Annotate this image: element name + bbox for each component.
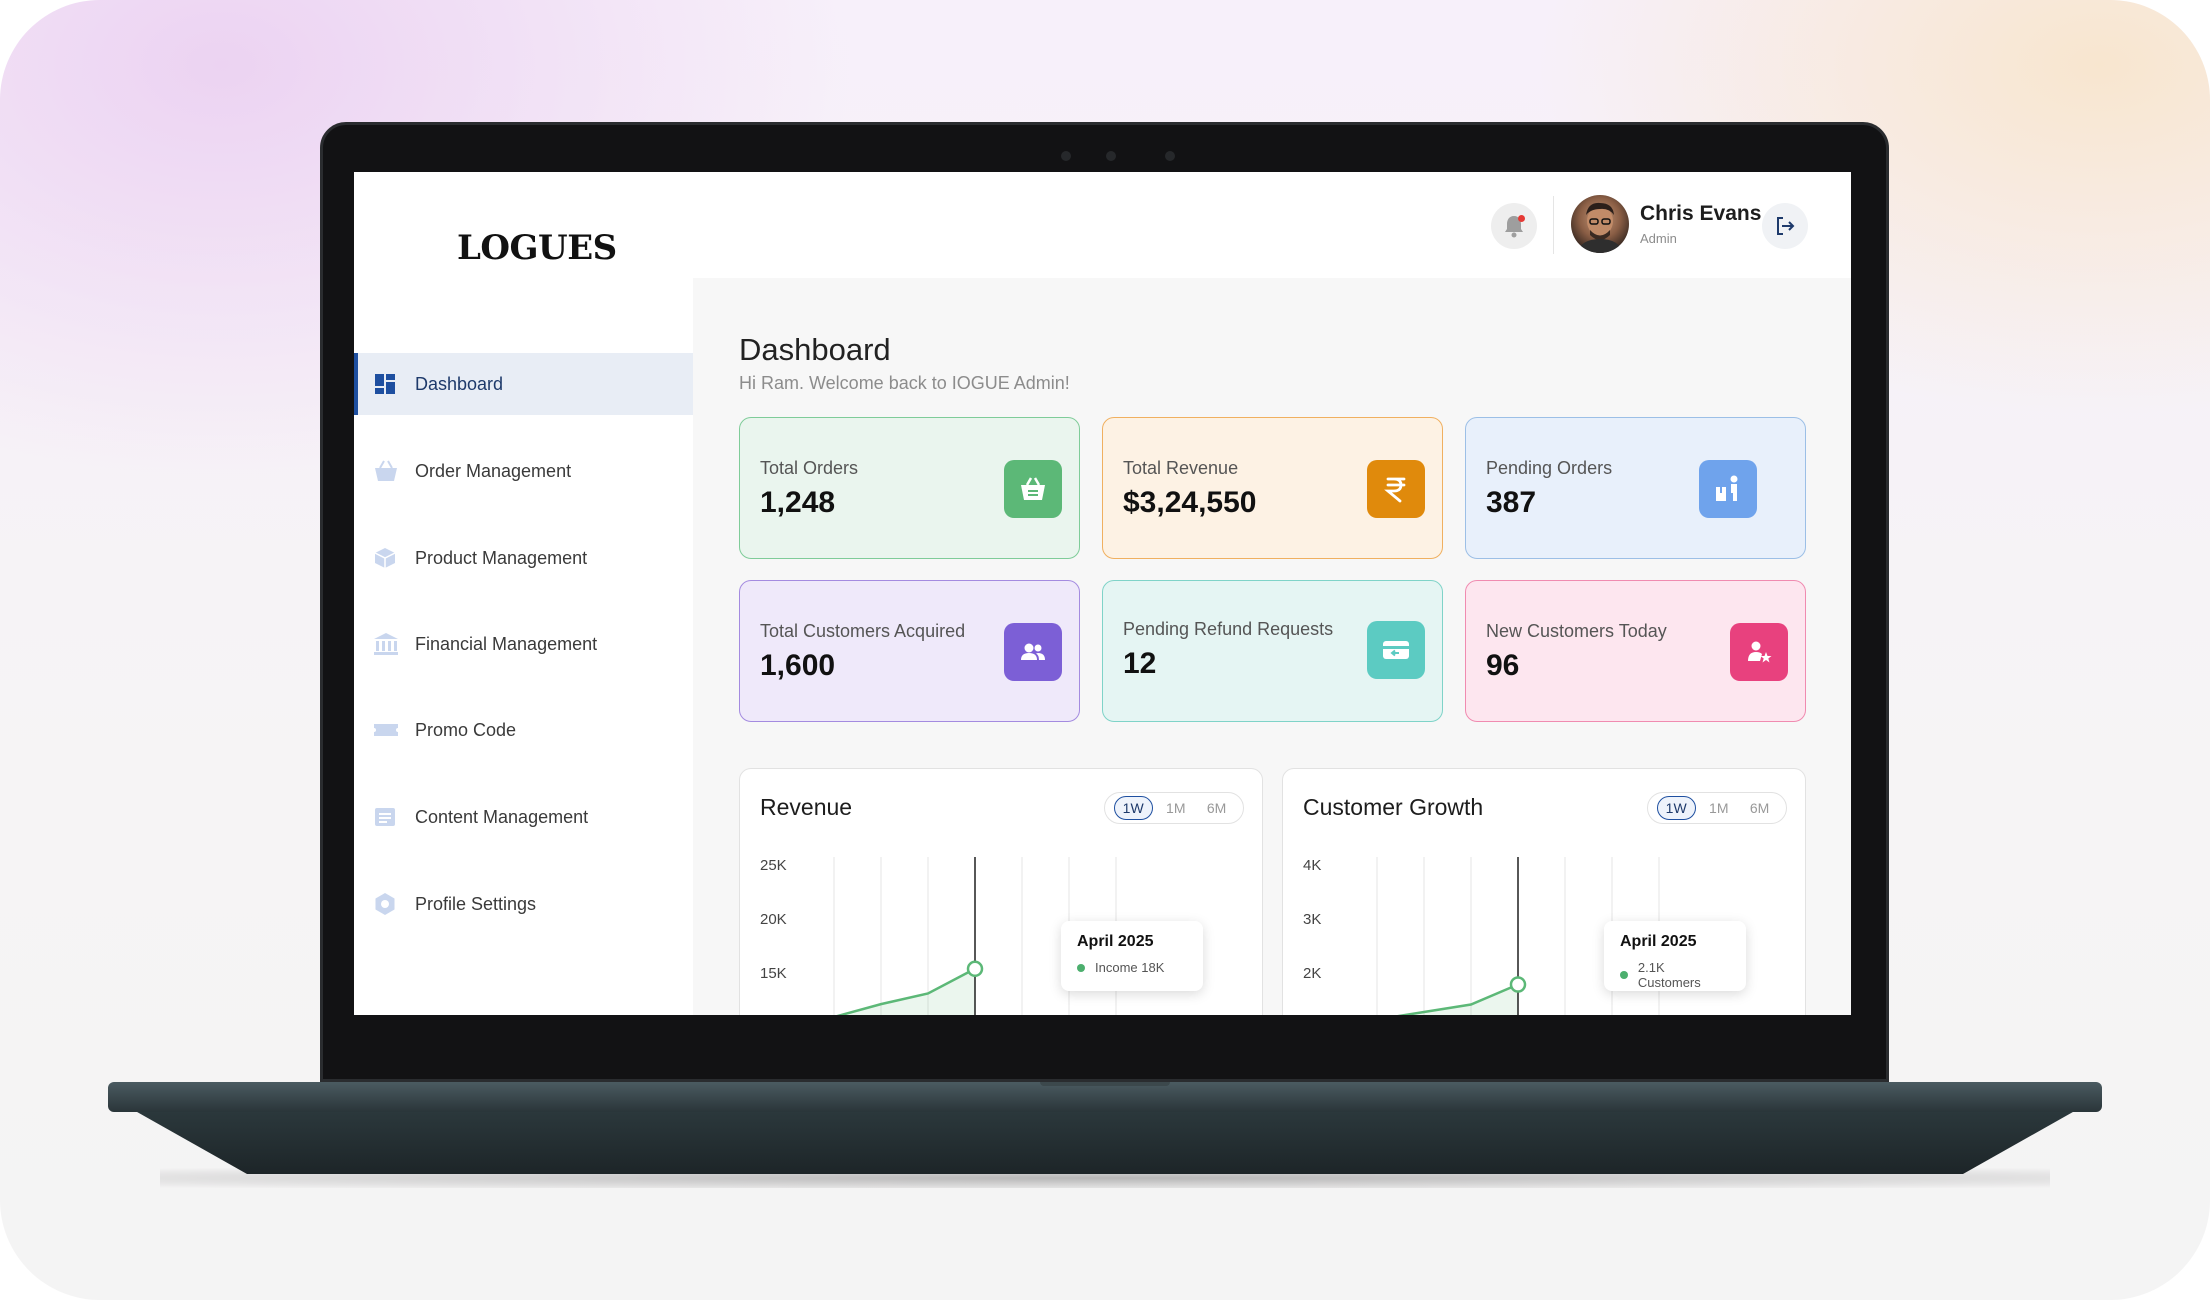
chart-tooltip: April 2025 2.1K Customers <box>1604 921 1746 991</box>
range-6m[interactable]: 6M <box>1742 797 1777 819</box>
basket-icon <box>1004 460 1062 518</box>
range-selector: 1W 1M 6M <box>1647 792 1787 824</box>
sidebar-item-promo-code[interactable]: Promo Code <box>354 699 693 761</box>
sensor-dot <box>1061 151 1071 161</box>
box-icon <box>373 546 397 570</box>
avatar[interactable] <box>1571 195 1629 253</box>
page-subtitle: Hi Ram. Welcome back to IOGUE Admin! <box>739 373 1070 393</box>
sidebar-item-label: Order Management <box>415 460 572 481</box>
card-label: Pending Orders <box>1486 458 1613 478</box>
data-point[interactable] <box>966 960 984 978</box>
header-divider <box>1553 196 1554 254</box>
notification-dot <box>1518 215 1525 222</box>
sidebar-item-label: Content Management <box>415 806 589 827</box>
range-1w[interactable]: 1W <box>1656 796 1696 820</box>
stat-card-total-revenue[interactable]: Total Revenue $3,24,550 <box>1102 417 1443 559</box>
user-role: Admin <box>1640 231 1677 246</box>
customer-growth-chart-panel: Customer Growth 1W 1M 6M 4K 3K 2K April … <box>1282 768 1806 1015</box>
users-icon <box>1004 623 1062 681</box>
user-star-icon <box>1730 623 1788 681</box>
tooltip-value: Income 18K <box>1095 960 1165 975</box>
card-value: $3,24,550 <box>1123 486 1257 519</box>
laptop-deck <box>108 1082 2102 1112</box>
card-value: 387 <box>1486 486 1537 519</box>
card-value: 1,600 <box>760 649 836 682</box>
stat-card-total-orders[interactable]: Total Orders 1,248 <box>739 417 1080 559</box>
notification-button[interactable] <box>1491 203 1537 249</box>
card-label: Pending Refund Requests <box>1123 619 1334 639</box>
sidebar-item-label: Financial Management <box>415 633 598 654</box>
series-area <box>841 968 975 1015</box>
range-1m[interactable]: 1M <box>1701 797 1736 819</box>
tooltip-title: April 2025 <box>1077 933 1154 950</box>
chart-title: Revenue <box>760 794 853 820</box>
laptop-notch <box>1040 1082 1170 1086</box>
range-1w[interactable]: 1W <box>1113 796 1153 820</box>
data-point[interactable] <box>1509 976 1527 993</box>
bank-icon <box>373 632 398 656</box>
stat-card-new-customers[interactable]: New Customers Today 96 <box>1465 580 1806 722</box>
sidebar-item-order-management[interactable]: Order Management <box>354 440 693 502</box>
revenue-chart-panel: Revenue 1W 1M 6M 25K 20K 15K April 2025 … <box>739 768 1263 1015</box>
sidebar-item-label: Dashboard <box>415 373 504 394</box>
logo: LOGUES <box>457 228 617 268</box>
y-tick-label: 3K <box>1303 911 1322 928</box>
series-area <box>1405 984 1518 1015</box>
card-label: Total Revenue <box>1123 458 1239 478</box>
app-screen: LOGUES Dashboard Order Management Produc… <box>354 172 1851 1015</box>
sensor-dot <box>1165 151 1175 161</box>
range-selector: 1W 1M 6M <box>1104 792 1244 824</box>
sidebar-item-content-management[interactable]: Content Management <box>354 786 693 848</box>
card-value: 1,248 <box>760 486 836 519</box>
laptop-base <box>130 1108 2080 1174</box>
settings-icon <box>373 892 397 916</box>
y-tick-label: 15K <box>760 965 787 982</box>
card-label: Total Customers Acquired <box>760 621 966 641</box>
chart-tooltip: April 2025 Income 18K <box>1061 921 1203 991</box>
document-icon <box>373 805 397 829</box>
legend-dot <box>1620 971 1628 979</box>
stat-card-pending-refund[interactable]: Pending Refund Requests 12 <box>1102 580 1443 722</box>
sidebar-item-label: Product Management <box>415 547 588 568</box>
range-1m[interactable]: 1M <box>1158 797 1193 819</box>
y-tick-label: 20K <box>760 911 787 928</box>
ticket-icon <box>373 718 398 742</box>
legend-dot <box>1077 963 1085 972</box>
user-name: Chris Evans <box>1640 202 1762 225</box>
stat-card-pending-orders[interactable]: Pending Orders 387 <box>1465 417 1806 559</box>
logout-button[interactable] <box>1762 203 1808 249</box>
y-tick-label: 4K <box>1303 857 1322 874</box>
card-label: New Customers Today <box>1486 621 1667 641</box>
chart-title: Customer Growth <box>1303 794 1484 820</box>
sidebar-item-label: Profile Settings <box>415 893 537 914</box>
stat-card-total-customers[interactable]: Total Customers Acquired 1,600 <box>739 580 1080 722</box>
logout-icon <box>1777 217 1795 235</box>
range-6m[interactable]: 6M <box>1199 797 1234 819</box>
basket-icon <box>373 459 397 483</box>
dashboard-icon <box>373 372 397 396</box>
sidebar-item-label: Promo Code <box>415 719 517 740</box>
refund-icon <box>1367 621 1425 679</box>
sidebar-item-profile-settings[interactable]: Profile Settings <box>354 873 693 935</box>
card-value: 12 <box>1123 647 1157 680</box>
sidebar-item-financial-management[interactable]: Financial Management <box>354 613 693 675</box>
tooltip-value: 2.1K Customers <box>1637 960 1701 990</box>
main-content: Dashboard Hi Ram. Welcome back to IOGUE … <box>693 278 1851 1015</box>
camera-icon <box>1106 151 1116 161</box>
card-value: 96 <box>1486 649 1520 682</box>
sidebar-item-dashboard[interactable]: Dashboard <box>354 353 693 415</box>
y-tick-label: 25K <box>760 857 787 874</box>
sidebar: LOGUES Dashboard Order Management Produc… <box>354 172 693 1015</box>
sidebar-item-product-management[interactable]: Product Management <box>354 527 693 589</box>
card-label: Total Orders <box>760 458 859 478</box>
y-tick-label: 2K <box>1303 965 1322 982</box>
tooltip-title: April 2025 <box>1620 933 1697 950</box>
delivery-icon <box>1699 460 1757 518</box>
rupee-icon <box>1367 460 1425 518</box>
page-title: Dashboard <box>739 332 891 367</box>
